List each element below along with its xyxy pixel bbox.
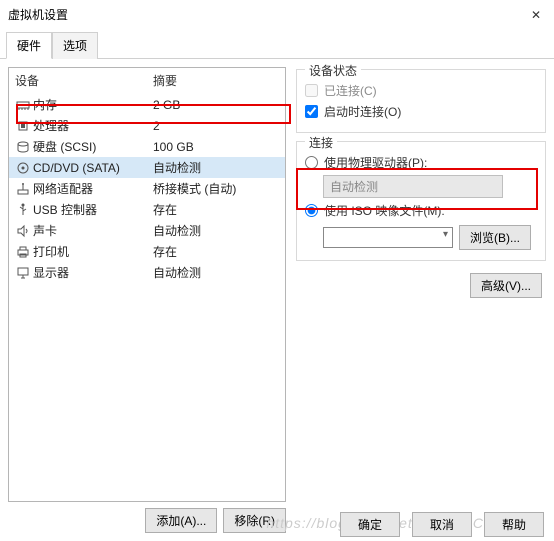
- advanced-row: 高级(V)...: [296, 273, 546, 298]
- network-icon: [15, 182, 31, 196]
- device-summary: 自动检测: [153, 264, 279, 281]
- device-name: 打印机: [33, 243, 153, 260]
- table-row[interactable]: 内存2 GB: [9, 94, 285, 115]
- add-button[interactable]: 添加(A)...: [145, 508, 217, 533]
- device-name: 显示器: [33, 264, 153, 281]
- tab-options[interactable]: 选项: [52, 32, 98, 59]
- sound-icon: [15, 224, 31, 238]
- table-row[interactable]: USB 控制器存在: [9, 199, 285, 220]
- cancel-button[interactable]: 取消: [412, 512, 472, 537]
- usb-icon: [15, 203, 31, 217]
- browse-button[interactable]: 浏览(B)...: [459, 225, 531, 250]
- disc-icon: [15, 161, 31, 175]
- advanced-button[interactable]: 高级(V)...: [470, 273, 542, 298]
- disk-icon: [15, 140, 31, 154]
- list-header: 设备 摘要: [9, 68, 285, 94]
- table-row[interactable]: 打印机存在: [9, 241, 285, 262]
- iso-path-combo[interactable]: [323, 227, 453, 248]
- connection-group: 连接 使用物理驱动器(P): 自动检测 使用 ISO 映像文件(M): 浏览(B…: [296, 141, 546, 261]
- use-iso-row[interactable]: 使用 ISO 映像文件(M):: [305, 202, 537, 219]
- ok-button[interactable]: 确定: [340, 512, 400, 537]
- table-row[interactable]: 显示器自动检测: [9, 262, 285, 283]
- iso-path-row: 浏览(B)...: [323, 225, 537, 250]
- connect-on-row[interactable]: 启动时连接(O): [305, 103, 537, 120]
- table-row[interactable]: 网络适配器桥接模式 (自动): [9, 178, 285, 199]
- device-status-group: 设备状态 已连接(C) 启动时连接(O): [296, 69, 546, 133]
- device-name: 硬盘 (SCSI): [33, 138, 153, 155]
- tabs: 硬件 选项: [0, 31, 554, 59]
- memory-icon: [15, 99, 31, 111]
- table-row[interactable]: CD/DVD (SATA)自动检测: [9, 157, 285, 178]
- left-column: 设备 摘要 内存2 GB处理器2硬盘 (SCSI)100 GBCD/DVD (S…: [8, 67, 286, 535]
- device-summary: 自动检测: [153, 222, 279, 239]
- device-name: 网络适配器: [33, 180, 153, 197]
- connect-on-checkbox[interactable]: [305, 105, 318, 118]
- use-iso-label: 使用 ISO 映像文件(M):: [324, 202, 445, 219]
- window-title: 虚拟机设置: [8, 6, 68, 23]
- connected-checkbox: [305, 84, 318, 97]
- header-summary: 摘要: [153, 72, 279, 89]
- use-physical-row[interactable]: 使用物理驱动器(P):: [305, 154, 537, 171]
- right-column: 设备状态 已连接(C) 启动时连接(O) 连接 使用物理驱动器(P): 自动检测…: [296, 67, 546, 535]
- device-name: 内存: [33, 96, 153, 113]
- content: 设备 摘要 内存2 GB处理器2硬盘 (SCSI)100 GBCD/DVD (S…: [0, 59, 554, 535]
- device-name: 声卡: [33, 222, 153, 239]
- cpu-icon: [15, 119, 31, 133]
- device-summary: 2: [153, 119, 279, 133]
- close-icon[interactable]: ✕: [526, 8, 546, 22]
- tab-hardware[interactable]: 硬件: [6, 32, 52, 59]
- footer: 确定 取消 帮助: [340, 512, 544, 537]
- table-row[interactable]: 硬盘 (SCSI)100 GB: [9, 136, 285, 157]
- table-row[interactable]: 声卡自动检测: [9, 220, 285, 241]
- left-buttons: 添加(A)... 移除(R): [8, 502, 286, 535]
- device-summary: 2 GB: [153, 98, 279, 112]
- connected-label: 已连接(C): [324, 82, 377, 99]
- device-summary: 自动检测: [153, 159, 279, 176]
- device-name: CD/DVD (SATA): [33, 161, 153, 175]
- printer-icon: [15, 245, 31, 259]
- connect-on-label: 启动时连接(O): [324, 103, 401, 120]
- help-button[interactable]: 帮助: [484, 512, 544, 537]
- display-icon: [15, 266, 31, 280]
- list-rows: 内存2 GB处理器2硬盘 (SCSI)100 GBCD/DVD (SATA)自动…: [9, 94, 285, 283]
- device-summary: 存在: [153, 243, 279, 260]
- titlebar: 虚拟机设置 ✕: [0, 0, 554, 29]
- device-name: 处理器: [33, 117, 153, 134]
- device-summary: 存在: [153, 201, 279, 218]
- device-list: 设备 摘要 内存2 GB处理器2硬盘 (SCSI)100 GBCD/DVD (S…: [8, 67, 286, 502]
- use-physical-label: 使用物理驱动器(P):: [324, 154, 427, 171]
- connected-checkbox-row: 已连接(C): [305, 82, 537, 99]
- group-title-connection: 连接: [305, 134, 337, 151]
- physical-drive-combo: 自动检测: [323, 175, 503, 198]
- use-iso-radio[interactable]: [305, 204, 318, 217]
- device-summary: 100 GB: [153, 140, 279, 154]
- table-row[interactable]: 处理器2: [9, 115, 285, 136]
- use-physical-radio[interactable]: [305, 156, 318, 169]
- device-name: USB 控制器: [33, 201, 153, 218]
- group-title-status: 设备状态: [305, 62, 361, 79]
- header-device: 设备: [15, 72, 153, 89]
- device-summary: 桥接模式 (自动): [153, 180, 279, 197]
